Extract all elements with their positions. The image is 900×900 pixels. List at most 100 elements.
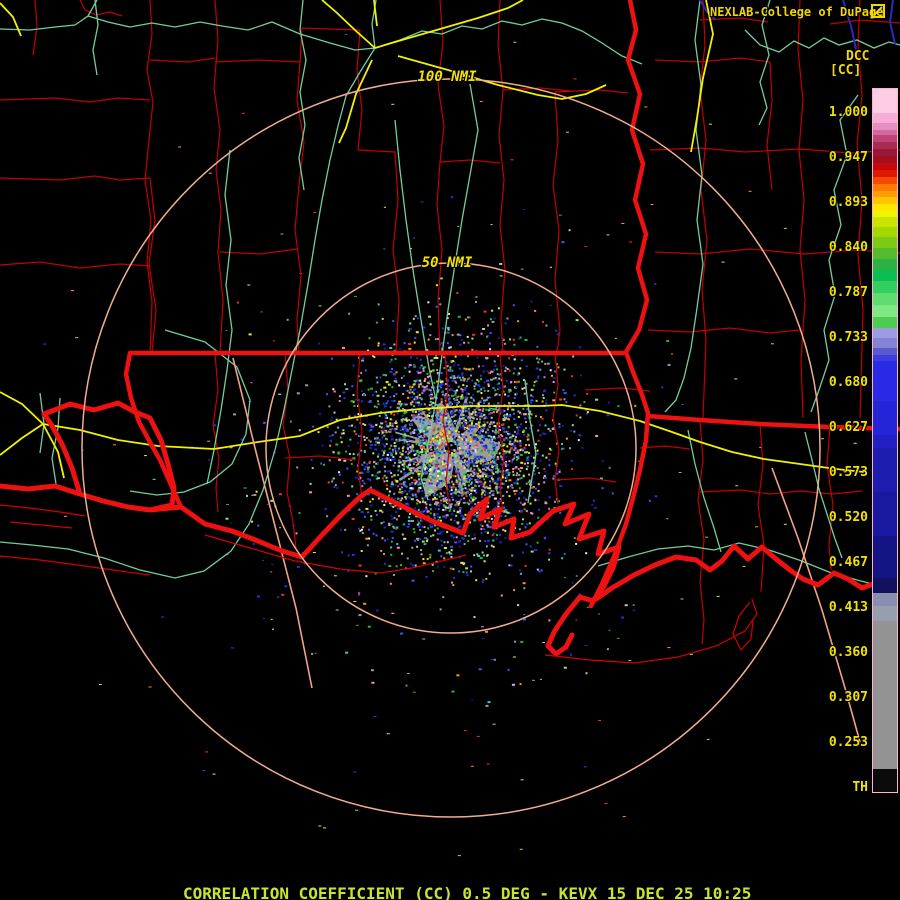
radar-echo (482, 421, 485, 424)
radar-echo (445, 552, 448, 554)
radar-echo (821, 438, 824, 440)
radar-echo (485, 446, 488, 449)
radar-echo (507, 433, 510, 436)
radar-echo (420, 553, 423, 556)
radar-echo (384, 457, 387, 460)
radar-echo (487, 431, 490, 434)
radar-echo (538, 570, 541, 573)
radar-echo (459, 486, 461, 489)
radar-echo (236, 301, 239, 304)
radar-echo (403, 472, 407, 475)
radar-echo (491, 309, 494, 312)
radar-echo (399, 498, 402, 501)
radar-echo (474, 537, 476, 540)
radar-echo (390, 540, 393, 543)
radar-echo (509, 440, 512, 443)
radar-echo (375, 406, 378, 409)
radar-echo (466, 491, 469, 494)
radar-echo (375, 513, 378, 516)
radar-echo (442, 530, 445, 533)
scale-segment (873, 227, 897, 237)
radar-echo (414, 429, 417, 432)
radar-echo (460, 379, 463, 382)
radar-echo (584, 645, 588, 647)
radar-echo (608, 629, 611, 631)
radar-echo (436, 435, 438, 438)
radar-echo (454, 467, 457, 470)
radar-echo (515, 386, 518, 388)
radar-echo (354, 476, 358, 479)
radar-echo (531, 512, 534, 515)
radar-echo (509, 512, 512, 515)
radar-echo (391, 518, 394, 521)
radar-echo (537, 439, 540, 442)
radar-echo (251, 520, 254, 523)
radar-echo (426, 558, 429, 560)
radar-echo (441, 448, 444, 451)
radar-echo (366, 470, 370, 473)
radar-echo (421, 540, 425, 543)
radar-echo (427, 338, 430, 341)
radar-echo (353, 430, 356, 433)
radar-echo (483, 493, 486, 496)
radar-echo (441, 544, 444, 547)
radar-echo (412, 416, 415, 419)
radar-echo (402, 450, 404, 452)
radar-echo (530, 455, 533, 458)
radar-echo (484, 540, 486, 542)
radar-echo (585, 672, 588, 675)
radar-echo (417, 488, 420, 491)
radar-echo (519, 439, 522, 442)
radar-echo (342, 346, 345, 349)
radar-echo (456, 418, 459, 421)
radar-echo (336, 487, 339, 489)
radar-echo (470, 489, 473, 492)
radar-echo (455, 514, 458, 517)
radar-echo (437, 454, 440, 456)
radar-echo (524, 417, 527, 420)
radar-echo (449, 417, 452, 420)
radar-echo (496, 409, 499, 412)
radar-echo (389, 347, 393, 349)
radar-echo (449, 552, 453, 555)
radar-echo (397, 447, 400, 450)
radar-echo (460, 465, 462, 468)
radar-echo (436, 380, 438, 383)
radar-echo (489, 423, 491, 426)
radar-echo (544, 501, 547, 504)
radar-echo (402, 418, 405, 420)
radar-echo (537, 499, 540, 502)
radar-echo (465, 439, 468, 442)
radar-echo (579, 416, 582, 419)
radar-echo (460, 474, 463, 477)
radar-echo (437, 411, 440, 414)
radar-echo (485, 417, 488, 419)
radar-echo (451, 581, 453, 584)
radar-echo (667, 363, 671, 366)
radar-echo (415, 443, 418, 446)
radar-echo (360, 499, 363, 502)
radar-echo (383, 427, 385, 430)
radar-echo (365, 437, 368, 439)
radar-echo (483, 554, 486, 557)
radar-echo (476, 455, 480, 458)
radar-echo (505, 479, 508, 482)
radar-echo (433, 494, 436, 497)
radar-echo (486, 357, 489, 360)
radar-echo (464, 396, 468, 399)
radar-echo (386, 401, 389, 404)
radar-echo (503, 506, 506, 509)
radar-echo (473, 488, 476, 490)
radar-echo (207, 458, 210, 461)
radar-echo (705, 536, 709, 538)
radar-echo (409, 467, 413, 470)
radar-echo (545, 399, 548, 402)
radar-echo (250, 382, 253, 384)
radar-echo (380, 422, 384, 425)
radar-echo (475, 434, 478, 437)
radar-echo (419, 459, 422, 462)
radar-echo (458, 451, 462, 454)
radar-echo (499, 275, 503, 277)
radar-echo (512, 444, 516, 447)
radar-echo (419, 470, 422, 473)
